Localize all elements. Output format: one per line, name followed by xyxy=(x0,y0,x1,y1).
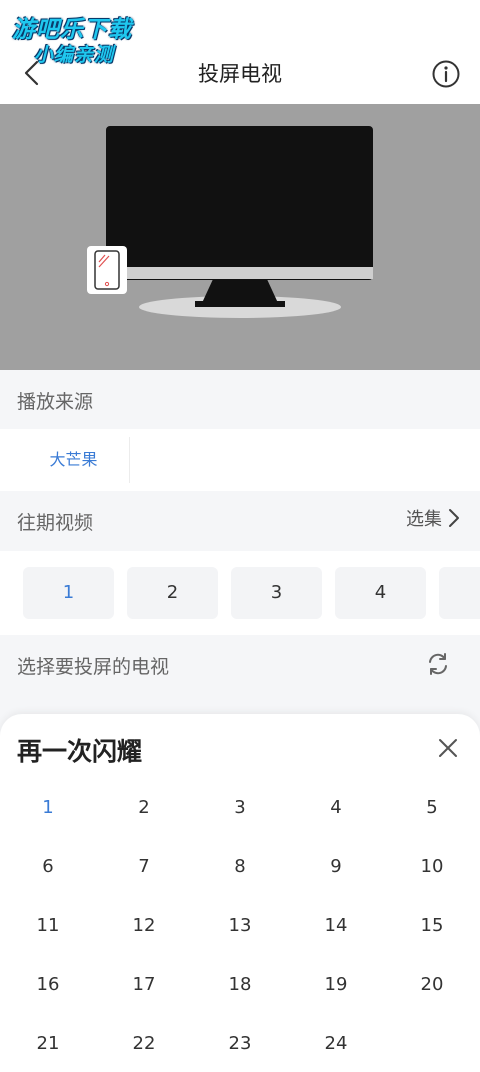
watermark-line-1: 游吧乐下载 xyxy=(12,17,132,43)
tv-illustration xyxy=(87,126,373,318)
close-button[interactable] xyxy=(434,734,462,762)
episode-number[interactable]: 13 xyxy=(192,896,288,955)
episode-number[interactable]: 9 xyxy=(288,837,384,896)
episode-number[interactable]: 24 xyxy=(288,1014,384,1072)
select-episode-label: 选集 xyxy=(406,509,442,530)
tv-select-section-header: 选择要投屏的电视 xyxy=(0,635,480,693)
episode-number[interactable]: 2 xyxy=(96,778,192,837)
episode-number[interactable]: 22 xyxy=(96,1014,192,1072)
episode-picker-sheet: 再一次闪耀 1 2 3 4 5 6 7 8 9 10 11 12 13 14 15 16 17 18 19 20 21 2… xyxy=(0,714,480,1072)
episode-number[interactable]: 4 xyxy=(288,778,384,837)
episodes-section-header: 往期视频 选集 xyxy=(0,491,480,549)
episode-number[interactable]: 18 xyxy=(192,955,288,1014)
episode-number[interactable]: 19 xyxy=(288,955,384,1014)
source-item[interactable]: 大芒果 xyxy=(18,437,130,483)
episode-number[interactable]: 5 xyxy=(384,778,480,837)
episodes-section-title: 往期视频 xyxy=(17,512,94,534)
app-header: 游吧乐下载 小编亲测 投屏电视 xyxy=(0,0,480,104)
episode-strip: 1 2 3 4 xyxy=(0,551,480,635)
refresh-button[interactable] xyxy=(424,650,452,678)
episode-number[interactable]: 20 xyxy=(384,955,480,1014)
episode-number[interactable]: 16 xyxy=(0,955,96,1014)
episode-chip[interactable]: 1 xyxy=(23,567,114,619)
info-circle-icon xyxy=(432,60,460,88)
page-title: 投屏电视 xyxy=(198,62,282,86)
episode-number[interactable]: 17 xyxy=(96,955,192,1014)
episode-number[interactable]: 3 xyxy=(192,778,288,837)
info-button[interactable] xyxy=(430,58,462,90)
episode-chip[interactable]: 2 xyxy=(127,567,218,619)
episode-number[interactable]: 10 xyxy=(384,837,480,896)
tv-select-section-title: 选择要投屏的电视 xyxy=(17,656,170,678)
episode-number[interactable]: 21 xyxy=(0,1014,96,1072)
refresh-icon xyxy=(429,653,447,675)
episode-number[interactable]: 15 xyxy=(384,896,480,955)
cast-tv-page: 游吧乐下载 小编亲测 投屏电视 播放来源 大芒果 往期视频 选集 1 2 3 4… xyxy=(0,0,480,1072)
episode-number[interactable]: 14 xyxy=(288,896,384,955)
episode-number[interactable]: 11 xyxy=(0,896,96,955)
episode-number[interactable]: 6 xyxy=(0,837,96,896)
chevron-right-icon xyxy=(449,509,459,527)
select-episode-button[interactable]: 选集 xyxy=(406,505,462,531)
source-section-header: 播放来源 xyxy=(0,370,480,428)
episode-number[interactable]: 12 xyxy=(96,896,192,955)
episode-chip[interactable]: 3 xyxy=(231,567,322,619)
episode-number[interactable]: 23 xyxy=(192,1014,288,1072)
source-section-title: 播放来源 xyxy=(17,391,94,413)
episode-number[interactable]: 1 xyxy=(0,778,96,837)
sheet-title: 再一次闪耀 xyxy=(17,737,143,766)
episode-number[interactable]: 7 xyxy=(96,837,192,896)
close-icon xyxy=(439,739,457,757)
source-list: 大芒果 xyxy=(0,429,480,491)
episode-chip[interactable] xyxy=(439,567,480,619)
episode-chip[interactable]: 4 xyxy=(335,567,426,619)
tv-preview xyxy=(0,104,480,370)
episode-number[interactable]: 8 xyxy=(192,837,288,896)
